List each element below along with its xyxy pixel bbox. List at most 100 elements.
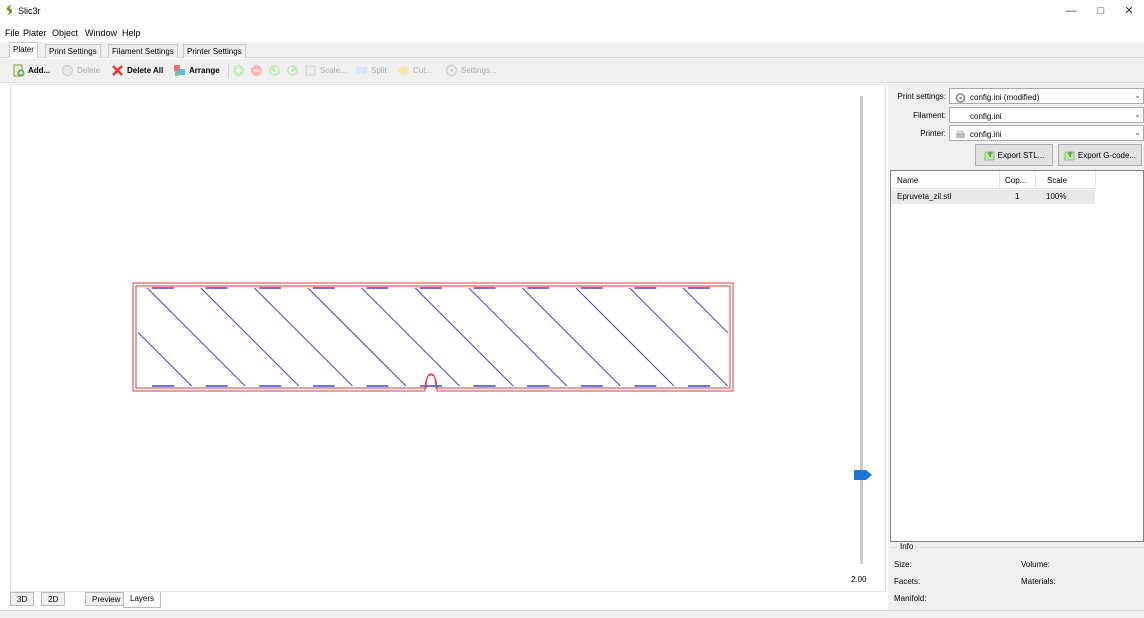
tab-3d[interactable]: 3D	[10, 592, 35, 606]
plus-icon	[233, 65, 244, 76]
column-divider	[999, 171, 1000, 189]
layer-preview	[132, 282, 734, 392]
layer-slider-track[interactable]	[860, 96, 863, 564]
layer-height-value: 2.00	[851, 575, 867, 584]
infill-line	[522, 287, 621, 387]
column-scale[interactable]: Scale	[1047, 176, 1067, 185]
printer-value: config.ini	[970, 130, 1002, 139]
infill-line	[137, 332, 192, 387]
column-divider	[1095, 171, 1096, 189]
print-settings-combo[interactable]: config.ini (modified) ⌄	[949, 88, 1144, 104]
maximize-button[interactable]: □	[1090, 4, 1112, 18]
infill-line	[575, 287, 675, 387]
column-name[interactable]: Name	[897, 176, 918, 185]
menu-object[interactable]: Object	[52, 28, 78, 38]
column-copies[interactable]: Cop...	[1005, 176, 1026, 185]
info-box: Info Size: Volume: Facets: Materials: Ma…	[890, 542, 1144, 607]
decrease-copies-button[interactable]	[250, 63, 266, 78]
chevron-down-icon: ⌄	[1134, 91, 1141, 100]
infill-line	[468, 287, 568, 387]
tab-printer-settings[interactable]: Printer Settings	[183, 44, 246, 58]
export-stl-button[interactable]: Export STL...	[975, 144, 1053, 166]
filament-label: Filament:	[913, 111, 946, 120]
object-copies-cell: 1	[1015, 192, 1020, 201]
scale-button[interactable]: Scale...	[304, 63, 347, 78]
printer-icon	[956, 130, 965, 138]
print-settings-label: Print settings:	[897, 92, 946, 101]
delete-all-button[interactable]: Delete All	[111, 63, 163, 78]
facets-label: Facets:	[894, 577, 921, 586]
export-gcode-button[interactable]: Export G-code...	[1058, 144, 1142, 166]
scale-button-label: Scale...	[320, 66, 347, 75]
menu-window[interactable]: Window	[85, 28, 117, 38]
object-list[interactable]: Name Cop... Scale Epruveta_zil.stl 1 100…	[890, 170, 1144, 542]
split-button[interactable]: Split	[355, 63, 387, 78]
object-name-cell: Epruveta_zil.stl	[897, 192, 952, 201]
cut-button[interactable]: Cut...	[397, 63, 432, 78]
arrange-button-label: Arrange	[189, 66, 220, 75]
infill-line	[414, 287, 514, 387]
right-panel: Print settings: config.ini (modified) ⌄ …	[888, 84, 1144, 610]
delete-button-label: Delete	[77, 66, 101, 75]
object-settings-button[interactable]: Settings...	[445, 63, 497, 78]
manifold-label: Manifold:	[894, 594, 927, 603]
tab-plater[interactable]: Plater	[9, 42, 38, 58]
export-gcode-icon	[1064, 150, 1075, 160]
arrange-button[interactable]: Arrange	[173, 63, 220, 78]
increase-copies-button[interactable]	[232, 63, 248, 78]
split-button-label: Split	[371, 66, 387, 75]
print-settings-value: config.ini (modified)	[970, 93, 1040, 102]
delete-button[interactable]: Delete	[61, 63, 100, 78]
window-title: Slic3r	[18, 6, 41, 16]
delete-icon	[62, 65, 73, 76]
infill-line	[146, 287, 246, 387]
slic3r-logo-icon	[6, 5, 13, 15]
menu-bar: File Plater Object Window Help	[0, 26, 1144, 40]
add-button[interactable]: Add...	[12, 63, 50, 78]
printer-combo[interactable]: config.ini ⌄	[949, 125, 1144, 141]
chevron-down-icon: ⌄	[1134, 110, 1141, 119]
perimeter-paths	[132, 282, 734, 392]
table-row[interactable]: Epruveta_zil.stl 1 100%	[891, 190, 1095, 204]
menu-plater[interactable]: Plater	[23, 28, 47, 38]
menu-help[interactable]: Help	[122, 28, 141, 38]
title-bar: Slic3r — □ ✕	[0, 0, 1144, 22]
layer-slider-handle[interactable]	[854, 470, 872, 480]
layers-canvas[interactable]: 2.00	[10, 84, 886, 592]
rotate-left-icon	[269, 65, 280, 76]
minus-icon	[251, 65, 262, 76]
tab-2d[interactable]: 2D	[41, 592, 66, 606]
infill-line	[254, 287, 353, 387]
object-settings-button-label: Settings...	[461, 66, 497, 75]
infill-line	[361, 287, 460, 387]
cut-button-label: Cut...	[413, 66, 433, 75]
infill-line	[307, 287, 407, 387]
tab-print-settings[interactable]: Print Settings	[45, 44, 101, 58]
column-divider	[1035, 171, 1036, 189]
toolbar-separator	[228, 64, 229, 78]
tab-preview[interactable]: Preview	[85, 592, 128, 606]
printer-label: Printer:	[920, 129, 946, 138]
infill-line	[629, 287, 728, 387]
tab-filament-settings[interactable]: Filament Settings	[108, 44, 178, 58]
gear-icon	[955, 92, 966, 103]
split-icon	[356, 67, 367, 74]
export-stl-label: Export STL...	[997, 150, 1045, 160]
info-title: Info	[898, 542, 916, 551]
add-file-icon	[13, 64, 25, 77]
object-scale-cell: 100%	[1046, 192, 1067, 201]
minimize-button[interactable]: —	[1060, 4, 1082, 18]
infill-line	[200, 287, 300, 387]
filament-combo[interactable]: config.ini ⌄	[949, 107, 1144, 123]
chevron-down-icon: ⌄	[1134, 128, 1141, 137]
menu-file[interactable]: File	[5, 28, 20, 38]
cut-icon	[398, 66, 409, 75]
materials-label: Materials:	[1021, 577, 1056, 586]
rotate-right-button[interactable]	[286, 63, 302, 78]
size-label: Size:	[894, 560, 912, 569]
export-gcode-label: Export G-code...	[1077, 150, 1137, 160]
rotate-left-button[interactable]	[268, 63, 284, 78]
tab-layers[interactable]: Layers	[123, 592, 162, 608]
view-tabs: 3D 2D Preview Layers	[10, 592, 886, 608]
close-button[interactable]: ✕	[1118, 4, 1140, 18]
